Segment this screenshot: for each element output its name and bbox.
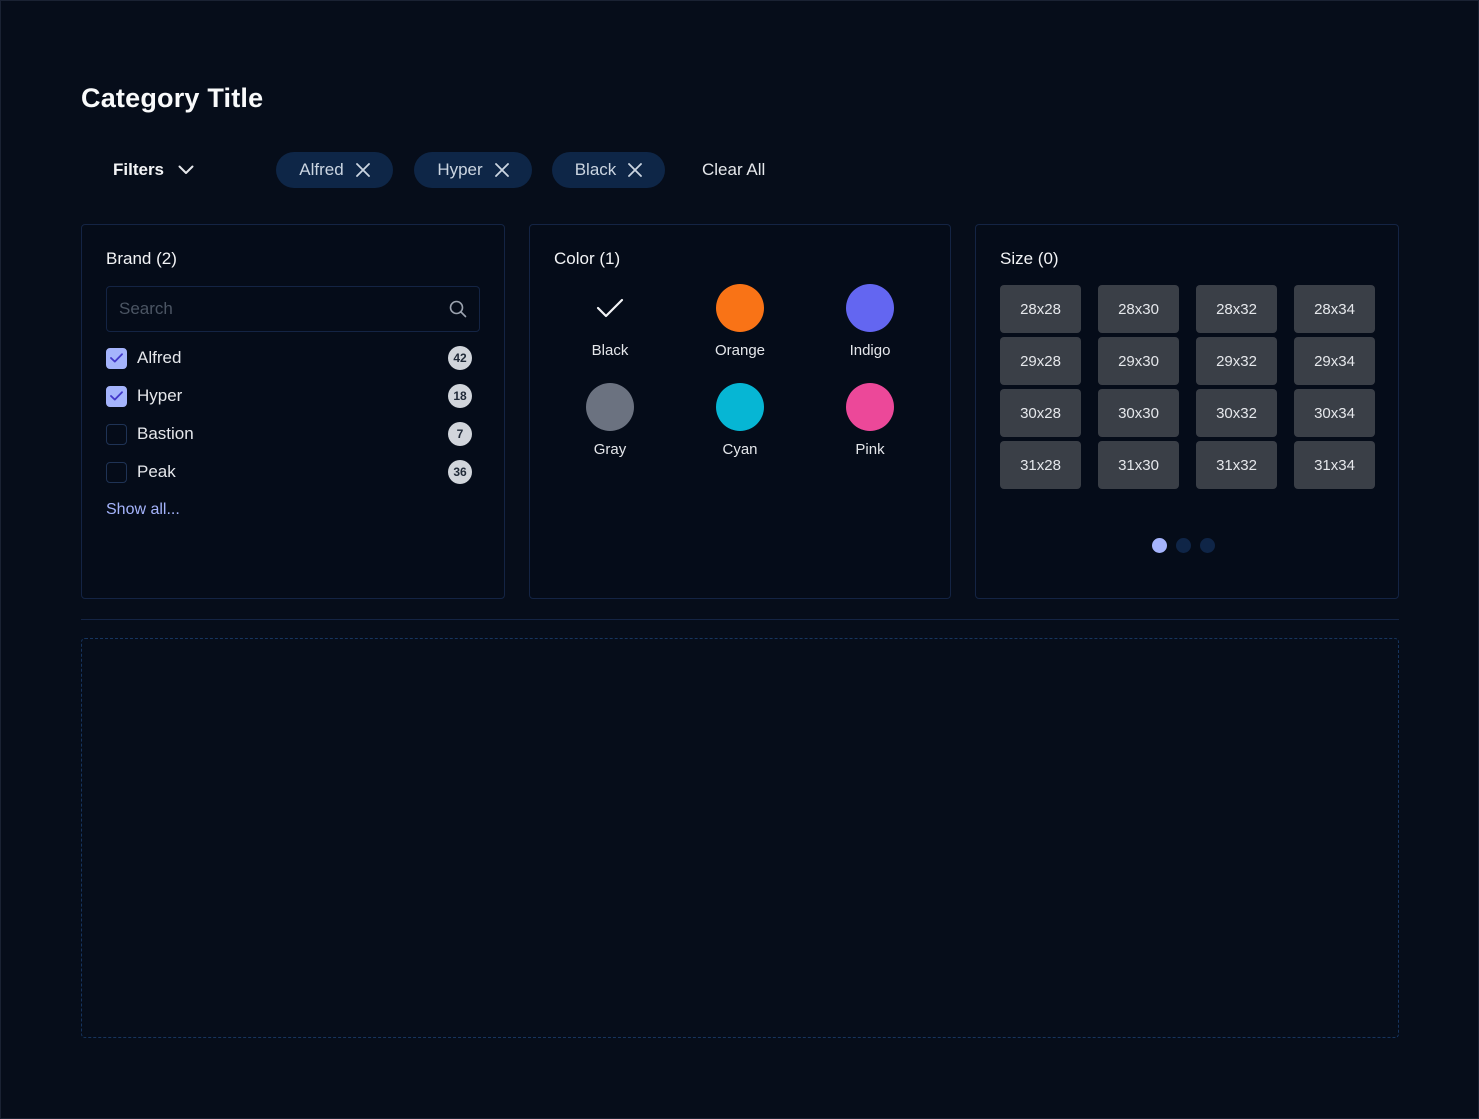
active-filter-chip[interactable]: Black xyxy=(552,152,665,188)
pager-dot[interactable] xyxy=(1200,538,1215,553)
color-swatch-pink[interactable]: Pink xyxy=(830,383,910,458)
color-dot xyxy=(586,284,634,332)
brand-search-input[interactable] xyxy=(119,299,449,319)
brand-option-label: Bastion xyxy=(137,424,194,443)
size-option-button[interactable]: 30x32 xyxy=(1196,389,1277,437)
filters-dropdown-button[interactable]: Filters xyxy=(113,160,243,180)
brand-count-badge: 18 xyxy=(448,384,472,408)
brand-filter-panel: Brand (2) Alfred 42 Hyper 18 Bastion xyxy=(81,224,505,599)
color-swatch-label: Indigo xyxy=(849,342,891,359)
size-option-button[interactable]: 31x30 xyxy=(1098,441,1179,489)
size-option-button[interactable]: 28x30 xyxy=(1098,285,1179,333)
filter-bar: Filters Alfred Hyper Black Clear All xyxy=(81,151,765,189)
chip-label: Alfred xyxy=(299,160,344,179)
color-swatch-label: Gray xyxy=(593,441,627,458)
size-option-button[interactable]: 28x28 xyxy=(1000,285,1081,333)
pager-dot[interactable] xyxy=(1176,538,1191,553)
color-swatch-label: Orange xyxy=(714,342,766,359)
size-option-button[interactable]: 28x32 xyxy=(1196,285,1277,333)
chip-label: Black xyxy=(574,160,617,179)
color-dot xyxy=(846,383,894,431)
active-filter-chip[interactable]: Alfred xyxy=(276,152,393,188)
size-option-button[interactable]: 29x30 xyxy=(1098,337,1179,385)
color-swatch-black[interactable]: Black xyxy=(570,284,650,359)
color-swatch-orange[interactable]: Orange xyxy=(700,284,780,359)
size-option-button[interactable]: 31x34 xyxy=(1294,441,1375,489)
clear-all-button[interactable]: Clear All xyxy=(702,160,765,180)
section-divider xyxy=(81,619,1399,620)
color-swatch-label: Black xyxy=(591,342,629,359)
color-dot xyxy=(716,383,764,431)
brand-search-field[interactable] xyxy=(106,286,480,332)
search-icon xyxy=(449,300,467,318)
brand-count-badge: 36 xyxy=(448,460,472,484)
chip-label: Hyper xyxy=(437,160,483,179)
pager-dot-active[interactable] xyxy=(1152,538,1167,553)
size-option-button[interactable]: 31x28 xyxy=(1000,441,1081,489)
color-swatch-cyan[interactable]: Cyan xyxy=(700,383,780,458)
brand-checkbox[interactable] xyxy=(106,461,127,483)
chevron-down-icon xyxy=(178,165,194,174)
brand-option-row[interactable]: Bastion 7 xyxy=(106,422,472,446)
brand-option-label: Peak xyxy=(137,462,176,481)
close-icon[interactable] xyxy=(355,163,370,177)
size-option-button[interactable]: 28x34 xyxy=(1294,285,1375,333)
size-panel-title: Size (0) xyxy=(1000,249,1059,268)
filters-label: Filters xyxy=(113,160,165,179)
brand-count-badge: 42 xyxy=(448,346,472,370)
size-option-button[interactable]: 29x32 xyxy=(1196,337,1277,385)
active-filter-chip[interactable]: Hyper xyxy=(414,152,532,188)
size-option-button[interactable]: 29x34 xyxy=(1294,337,1375,385)
brand-count-badge: 7 xyxy=(448,422,472,446)
size-option-button[interactable]: 29x28 xyxy=(1000,337,1081,385)
brand-checkbox[interactable] xyxy=(106,385,127,407)
color-swatch-indigo[interactable]: Indigo xyxy=(830,284,910,359)
brand-option-row[interactable]: Alfred 42 xyxy=(106,346,472,370)
checkmark-icon xyxy=(110,353,123,363)
color-swatch-label: Pink xyxy=(855,441,885,458)
page: Category Title Filters Alfred Hyper Blac… xyxy=(0,0,1479,1119)
close-icon[interactable] xyxy=(628,163,643,177)
brand-option-label: Hyper xyxy=(137,386,183,405)
size-option-button[interactable]: 31x32 xyxy=(1196,441,1277,489)
color-dot xyxy=(586,383,634,431)
brand-panel-title: Brand (2) xyxy=(106,249,177,268)
color-swatch-label: Cyan xyxy=(722,441,758,458)
size-option-button[interactable]: 30x28 xyxy=(1000,389,1081,437)
show-all-link[interactable]: Show all... xyxy=(106,501,180,519)
checkmark-icon xyxy=(110,391,123,401)
size-option-button[interactable]: 30x34 xyxy=(1294,389,1375,437)
color-swatch-gray[interactable]: Gray xyxy=(570,383,650,458)
color-filter-panel: Color (1) Black Orange Indigo Gray Cyan … xyxy=(529,224,951,599)
brand-checkbox[interactable] xyxy=(106,423,127,445)
size-option-button[interactable]: 30x30 xyxy=(1098,389,1179,437)
brand-option-row[interactable]: Hyper 18 xyxy=(106,384,472,408)
size-filter-panel: Size (0) 28x28 28x30 28x32 28x34 29x28 2… xyxy=(975,224,1399,599)
close-icon[interactable] xyxy=(494,163,509,177)
brand-option-row[interactable]: Peak 36 xyxy=(106,460,472,484)
checkmark-icon xyxy=(596,298,624,318)
page-title: Category Title xyxy=(81,83,264,113)
color-panel-title: Color (1) xyxy=(554,249,621,268)
brand-checkbox[interactable] xyxy=(106,347,127,369)
results-placeholder-area xyxy=(81,638,1399,1038)
color-dot xyxy=(716,284,764,332)
color-dot xyxy=(846,284,894,332)
brand-option-label: Alfred xyxy=(137,348,182,367)
